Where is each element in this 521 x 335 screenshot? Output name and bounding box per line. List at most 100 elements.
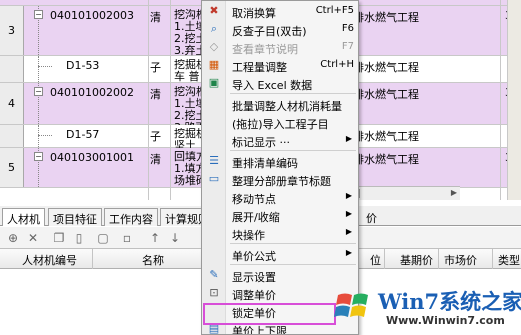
column-divider [384, 249, 385, 269]
menu-item-2[interactable]: ◇ 查看章节说明 F7 [202, 38, 358, 56]
menu-separator [230, 93, 356, 94]
monitor-icon: ▭ [208, 172, 220, 185]
tab-price-fragment[interactable]: 价 [362, 208, 381, 226]
item-code: D1-53 [66, 59, 100, 72]
collapse-toggle-icon[interactable]: − [34, 87, 43, 96]
menu-item-4[interactable]: ▣ 导入 Excel 数据 [202, 74, 358, 92]
col-resource-code[interactable]: 人材机编号 [22, 252, 77, 268]
menu-item-label: 单价公式 [232, 250, 276, 263]
row-number-label: 5 [8, 161, 15, 174]
vertical-scrollbar[interactable] [507, 0, 521, 200]
tab-item-features[interactable]: 项目特征 [48, 208, 102, 226]
menu-item-11[interactable]: 展开/收缩 ▶ [202, 206, 358, 224]
col-market-price[interactable]: 市场价 [444, 252, 477, 268]
row-number[interactable]: 4 [0, 83, 24, 124]
column-divider [148, 0, 149, 200]
menu-item-label: 取消换算 [232, 7, 276, 20]
collapse-toggle-icon[interactable]: − [34, 152, 43, 161]
row-number[interactable] [0, 125, 24, 147]
menu-item-6[interactable]: (拖拉)导入工程子目 [202, 113, 358, 131]
watermark-title: Win7系统之家 [378, 289, 521, 314]
item-kind: 子 [150, 130, 161, 143]
menu-separator [230, 264, 356, 265]
submenu-arrow-icon: ▶ [345, 134, 352, 143]
lock-icon[interactable]: ▫ [120, 231, 134, 245]
eraser-icon: ◇ [209, 40, 219, 53]
menu-item-label: 标记显示 ··· [232, 136, 290, 149]
cancel-conversion-icon: ✖ [209, 4, 219, 17]
menu-item-label: 反查子目(双击) [232, 25, 307, 38]
watermark-url: Www.Winwin7.com [386, 314, 505, 327]
col-type[interactable]: 类型 [498, 252, 520, 268]
tab-work-content[interactable]: 工作内容 [104, 208, 158, 226]
menu-item-shortcut: F7 [341, 41, 354, 52]
menu-separator [230, 243, 356, 244]
paste-icon[interactable]: ▯ [72, 231, 86, 245]
item-code: 040103001001 [50, 151, 134, 164]
submenu-arrow-icon: ▶ [345, 209, 352, 218]
tree-line [38, 125, 39, 147]
menu-item-3[interactable]: ▦ 工程量调整 Ctrl+H [202, 56, 358, 74]
excel-icon: ▣ [208, 76, 220, 89]
tools-icon: ✎ [209, 268, 219, 281]
menu-item-9[interactable]: ▭ 整理分部册章节标题 [202, 170, 358, 188]
menu-item-label: (拖拉)导入工程子目 [232, 118, 329, 131]
submenu-arrow-icon: ▶ [345, 248, 352, 257]
menu-item-label: 整理分部册章节标题 [232, 175, 331, 188]
menu-item-13[interactable]: 单价公式 ▶ [202, 245, 358, 263]
menu-item-label: 查看章节说明 [232, 43, 298, 56]
menu-item-shortcut: Ctrl+F5 [315, 5, 354, 16]
tree-line [38, 56, 39, 82]
menu-item-label: 重排清单编码 [232, 157, 298, 170]
col-resource-name[interactable]: 名称 [142, 252, 164, 268]
row-number[interactable] [0, 56, 24, 82]
column-divider [170, 0, 171, 200]
menu-item-shortcut: F6 [341, 23, 354, 34]
menu-separator [230, 150, 356, 151]
collapse-toggle-icon[interactable]: − [34, 10, 43, 19]
renumber-icon: ☰ [209, 154, 219, 167]
menu-item-0[interactable]: ✖ 取消换算 Ctrl+F5 [202, 2, 358, 20]
copy-icon[interactable]: ❐ [52, 231, 66, 245]
item-kind: 清 [150, 153, 161, 166]
adjust-price-icon: ⊡ [209, 286, 219, 299]
scroll-right-arrow-icon[interactable]: ▶ [451, 188, 457, 197]
adjust-icon: ▦ [208, 58, 220, 71]
add-icon[interactable]: ⊕ [6, 231, 20, 245]
menu-item-label: 显示设置 [232, 271, 276, 284]
move-down-icon[interactable]: ↓ [168, 231, 182, 245]
submenu-arrow-icon: ▶ [345, 227, 352, 236]
menu-item-5[interactable]: 批量调整人材机消耗量 [202, 95, 358, 113]
row-number[interactable]: 5 [0, 148, 24, 187]
windows-logo-icon [334, 293, 368, 317]
column-divider [92, 249, 93, 269]
tab-resources[interactable]: 人材机 [2, 208, 45, 226]
menu-item-label: 批量调整人材机消耗量 [232, 100, 342, 113]
menu-item-label: 展开/收缩 [232, 211, 280, 224]
magnifier-icon: ⌕ [210, 22, 218, 35]
item-code: D1-57 [66, 128, 100, 141]
item-kind: 清 [150, 88, 161, 101]
menu-item-label: 调整单价 [232, 289, 276, 302]
document-icon[interactable]: ▢ [96, 231, 110, 245]
col-base-price[interactable]: 基期价 [400, 252, 433, 268]
highlight-box [203, 303, 336, 325]
menu-item-1[interactable]: ⌕ 反查子目(双击) F6 [202, 20, 358, 38]
item-code: 040101002003 [50, 9, 134, 22]
item-kind: 清 [150, 11, 161, 24]
move-up-icon[interactable]: ↑ [148, 231, 162, 245]
item-code: 040101002002 [50, 86, 134, 99]
col-unit[interactable]: 位 [370, 252, 381, 268]
menu-item-label: 块操作 [232, 229, 265, 242]
menu-item-7[interactable]: 标记显示 ··· ▶ [202, 131, 358, 149]
row-number-label: 4 [8, 97, 15, 110]
tree-line [38, 66, 52, 67]
column-divider [500, 0, 501, 200]
menu-item-8[interactable]: ☰ 重排清单编码 [202, 152, 358, 170]
menu-item-label: 移动节点 [232, 193, 276, 206]
menu-item-10[interactable]: 移动节点 ▶ [202, 188, 358, 206]
delete-icon[interactable]: ✕ [26, 231, 40, 245]
row-number[interactable]: 3 [0, 6, 24, 55]
menu-item-12[interactable]: 块操作 ▶ [202, 224, 358, 242]
watermark: Win7系统之家 Www.Winwin7.com [330, 282, 521, 335]
